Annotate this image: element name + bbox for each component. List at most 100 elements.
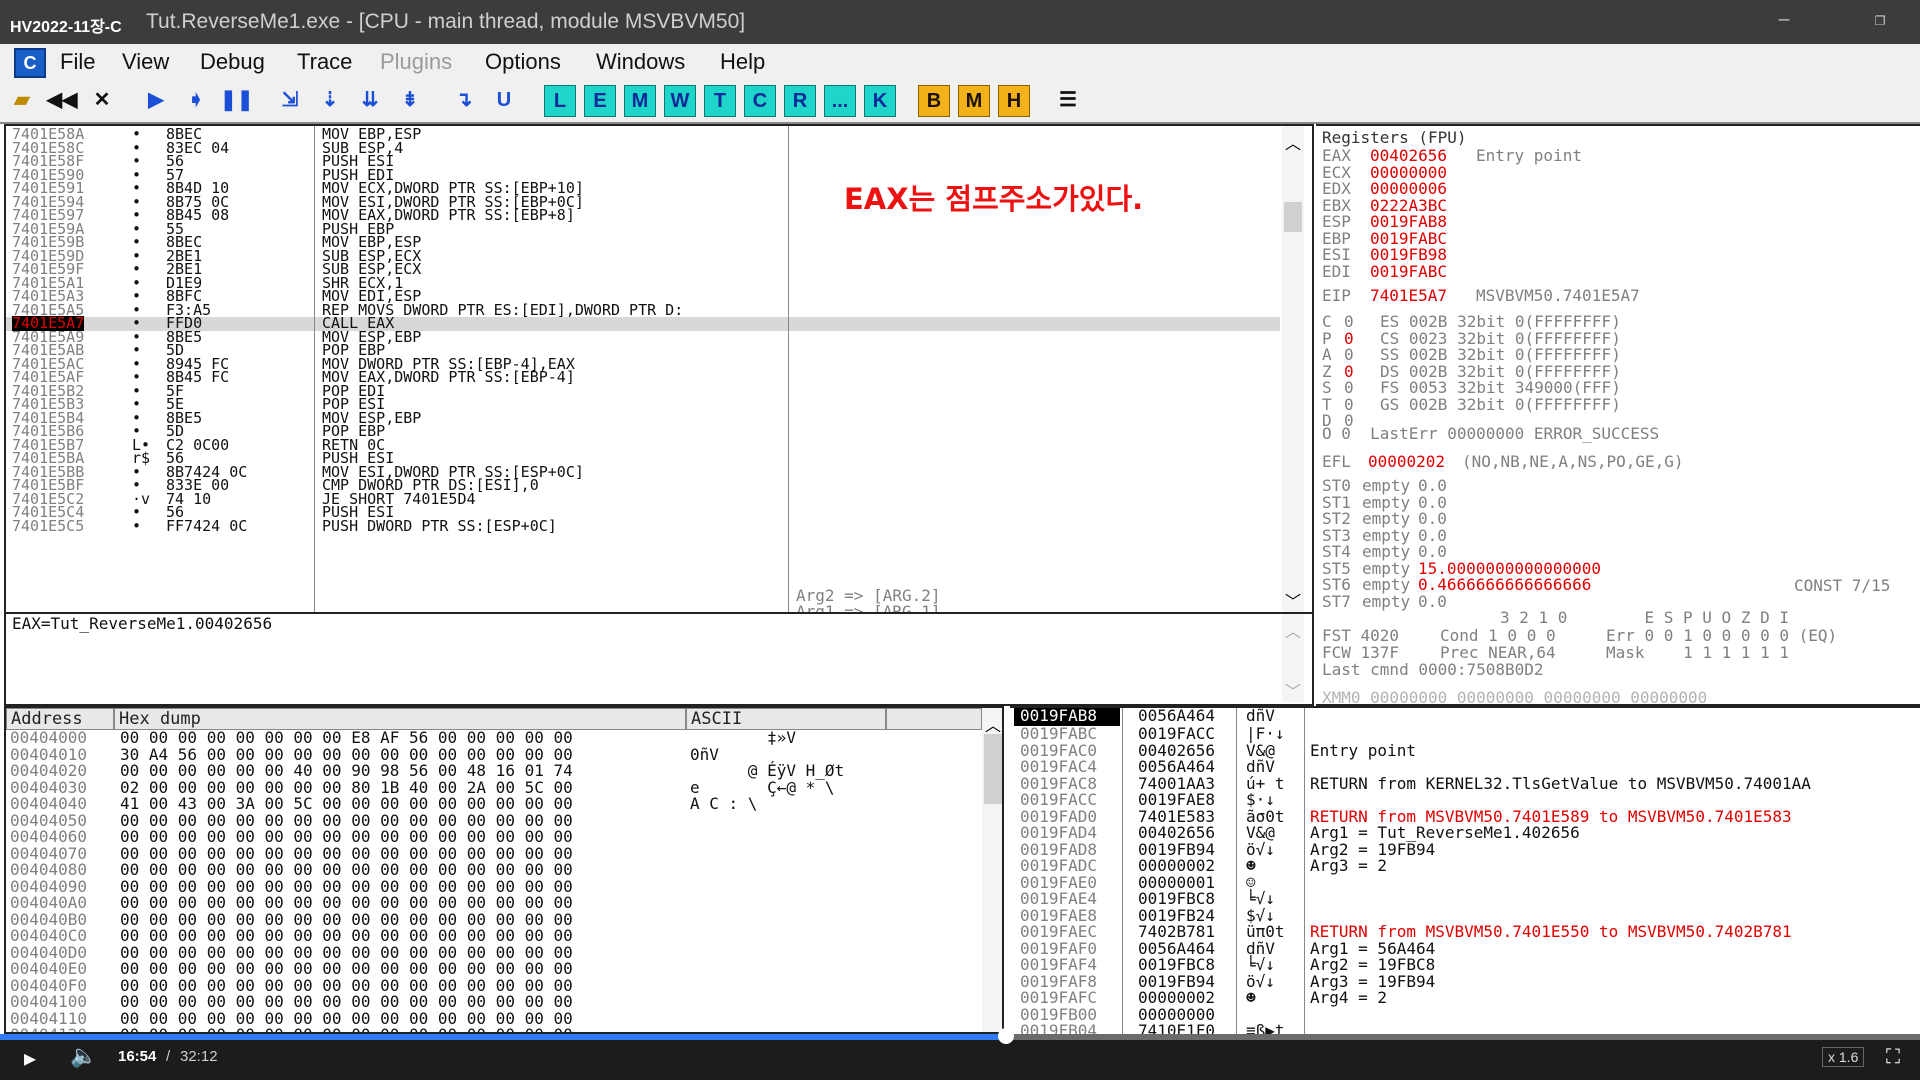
disasm-row[interactable]: 7401E5B2 • 5F POP EDI: [6, 383, 1280, 398]
trace-into-icon[interactable]: ⇊: [354, 85, 386, 117]
scroll-thumb[interactable]: [1284, 202, 1302, 232]
disasm-address[interactable]: 7401E5C5: [12, 518, 84, 534]
eip-value[interactable]: 7401E5A7: [1370, 287, 1447, 305]
dump-row[interactable]: 004040E0 00 00 00 00 00 00 00 00 00 00 00…: [6, 960, 982, 977]
menu-options[interactable]: Options: [485, 49, 561, 75]
menu-file[interactable]: File: [60, 49, 95, 75]
menu-windows[interactable]: Windows: [596, 49, 685, 75]
registers-pane[interactable]: Registers (FPU) EAX 00402656 Entry point EC…: [1316, 124, 1920, 706]
toolbar-log-button[interactable]: L: [544, 85, 576, 117]
open-folder-icon[interactable]: ▰: [6, 85, 38, 117]
toolbar-cpu-button[interactable]: C: [744, 85, 776, 117]
step-into-icon[interactable]: ⇲: [274, 85, 306, 117]
stack-row[interactable]: 0019FAD4 00402656 V&@ Arg1 = Tut_ReverseMe1…: [1010, 824, 1916, 841]
disasm-row[interactable]: 7401E5A9 • 8BE5 MOV ESP,EBP: [6, 329, 1280, 344]
stack-address[interactable]: 0019FB04: [1020, 1022, 1097, 1034]
dump-scroll-thumb[interactable]: [984, 734, 1002, 804]
menu-debug[interactable]: Debug: [200, 49, 265, 75]
scroll-down-icon[interactable]: ﹀: [1282, 588, 1304, 612]
execute-till-user-icon[interactable]: U: [488, 85, 520, 117]
video-progress-bar[interactable]: [0, 1028, 1920, 1044]
xmm-line: XMM0 00000000 00000000 00000000 00000000: [1322, 688, 1708, 706]
disasm-row[interactable]: 7401E5B7 L• C2 0C00 RETN 0C: [6, 437, 1280, 452]
pause-icon[interactable]: ❚❚: [220, 85, 254, 117]
scroll-up-icon[interactable]: ︿: [1282, 130, 1304, 154]
toolbar-breakpoints-button[interactable]: B: [918, 85, 950, 117]
execute-till-return-icon[interactable]: ↴: [448, 85, 480, 117]
stack-row[interactable]: 0019FAEC 7402B781 üπ0t RETURN from MSVBVM50…: [1010, 923, 1916, 940]
stack-row[interactable]: 0019FB04 7410E1F0 ≡ß▶t: [1010, 1021, 1916, 1034]
segment-register: GS 002B 32bit 0(FFFFFFFF): [1380, 394, 1621, 414]
step-icon[interactable]: ➧: [180, 85, 212, 117]
dump-row[interactable]: 00404040 41 00 43 00 3A 00 5C 00 00 00 00…: [6, 795, 982, 812]
toolbar-runtrace-button[interactable]: ...: [824, 85, 856, 117]
dump-row[interactable]: 00404020 00 00 00 00 00 00 40 00 90 98 56…: [6, 762, 982, 779]
playback-speed[interactable]: x 1.6: [1822, 1047, 1865, 1067]
disasm-row[interactable]: 7401E58F • 56 PUSH ESI: [6, 154, 1280, 169]
stack-pane[interactable]: 0019FAB8 0056A464 dñV 0019FABC 0019FACC |F…: [1010, 706, 1920, 1034]
stack-row[interactable]: 0019FACC 0019FAE8 $·↓: [1010, 791, 1916, 808]
menu-plugins[interactable]: Plugins: [380, 49, 452, 75]
disasm-row[interactable]: 7401E5C5 • FF7424 0C PUSH DWORD PTR SS:[ESP…: [6, 518, 1280, 534]
info-scrollbar[interactable]: ︿ ﹀: [1282, 614, 1304, 702]
list-icon[interactable]: ☰: [1052, 85, 1084, 117]
volume-icon[interactable]: 🔈: [70, 1044, 97, 1069]
disasm-row[interactable]: 7401E5B4 • 8BE5 MOV ESP,EBP: [6, 410, 1280, 425]
dump-row[interactable]: 004040A0 00 00 00 00 00 00 00 00 00 00 00…: [6, 894, 982, 911]
toolbar-memory-button[interactable]: M: [624, 85, 656, 117]
dump-scroll-up-icon[interactable]: ︿: [982, 712, 1002, 736]
dump-row[interactable]: 00404100 00 00 00 00 00 00 00 00 00 00 00…: [6, 993, 982, 1010]
fpu-register-value[interactable]: 0.0: [1418, 593, 1447, 611]
trace-over-icon[interactable]: ⇟: [394, 85, 426, 117]
menu-help[interactable]: Help: [720, 49, 765, 75]
stack-row[interactable]: 0019FADC 00000002 ☻ Arg3 = 2: [1010, 857, 1916, 874]
efl-value[interactable]: 00000202: [1368, 453, 1445, 471]
play-icon[interactable]: ▶: [24, 1046, 36, 1070]
dump-hex-header[interactable]: Hex dump: [114, 708, 686, 730]
toolbar-callstack-button[interactable]: K: [864, 85, 896, 117]
stack-row[interactable]: 0019FAE4 0019FBC8 ╘√↓: [1010, 890, 1916, 907]
efl-comment: (NO,NB,NE,A,NS,PO,GE,G): [1462, 452, 1684, 471]
close-icon[interactable]: ✕: [86, 85, 118, 117]
register-value[interactable]: 0019FABC: [1370, 263, 1447, 281]
toolbar-threads-button[interactable]: T: [704, 85, 736, 117]
stack-value: 7410E1F0: [1138, 1021, 1216, 1034]
menu-trace[interactable]: Trace: [297, 49, 352, 75]
total-time: 32:12: [180, 1048, 218, 1065]
dump-row[interactable]: 00404000 00 00 00 00 00 00 00 00 E8 AF 56…: [6, 729, 982, 746]
run-icon[interactable]: ▶: [140, 85, 172, 117]
restart-icon[interactable]: ◀◀: [46, 85, 78, 117]
stack-row[interactable]: 0019FAF4 0019FBC8 ╘√↓ Arg2 = 19FBC8: [1010, 956, 1916, 973]
toolbar-executables-button[interactable]: E: [584, 85, 616, 117]
step-over-icon[interactable]: ⇣: [314, 85, 346, 117]
toolbar-references-button[interactable]: R: [784, 85, 816, 117]
dump-row[interactable]: 00404120 00 00 00 00 00 00 00 00 00 00 00…: [6, 1026, 982, 1032]
toolbar-membreak-button[interactable]: M: [958, 85, 990, 117]
disasm-row[interactable]: 7401E58C • 83EC 04 SUB ESP,4: [6, 140, 1280, 155]
dump-address[interactable]: 00404120: [10, 1026, 87, 1032]
dump-pane[interactable]: Address Hex dump ASCII 00404000 00 00 00 …: [4, 706, 1004, 1034]
dump-scrollbar[interactable]: ︿: [982, 708, 1002, 1032]
restore-icon[interactable]: ❐: [1866, 8, 1894, 32]
toolbar-windows-button[interactable]: W: [664, 85, 696, 117]
menu-view[interactable]: View: [122, 49, 169, 75]
disasm-row[interactable]: 7401E5AF • 8B45 FC MOV EAX,DWORD PTR SS:[EB…: [6, 370, 1280, 385]
toolbar-hwbreak-button[interactable]: H: [998, 85, 1030, 117]
registers-header: Registers (FPU): [1322, 128, 1467, 147]
stack-row[interactable]: 0019FABC 0019FACC |F·↓: [1010, 725, 1916, 742]
stack-row[interactable]: 0019FAFC 00000002 ☻ Arg4 = 2: [1010, 989, 1916, 1006]
cpu-app-icon[interactable]: C: [14, 48, 46, 78]
video-progress-knob[interactable]: [998, 1028, 1015, 1044]
fcw-mask: Mask 1 1 1 1 1 1: [1606, 643, 1790, 662]
dump-row[interactable]: 00404060 00 00 00 00 00 00 00 00 00 00 00…: [6, 828, 982, 845]
fullscreen-icon[interactable]: ⛶: [1886, 1044, 1900, 1068]
disasm-row[interactable]: 7401E5C2 ·v 74 10 JE SHORT 7401E5D4: [6, 491, 1280, 506]
disassembly-scrollbar[interactable]: ︿ ﹀: [1282, 126, 1304, 612]
dump-address-header[interactable]: Address: [6, 708, 114, 730]
dump-ascii-header[interactable]: ASCII: [686, 708, 886, 730]
minimize-icon[interactable]: —: [1770, 8, 1798, 32]
disassembly-pane[interactable]: 7401E58A • 8BEC MOV EBP,ESP 7401E58C • 83EC 04…: [4, 124, 1314, 614]
dump-row[interactable]: 00404080 00 00 00 00 00 00 00 00 00 00 00…: [6, 861, 982, 878]
stack-row[interactable]: 0019FAC4 0056A464 dñV: [1010, 758, 1916, 775]
dump-row[interactable]: 004040C0 00 00 00 00 00 00 00 00 00 00 00…: [6, 927, 982, 944]
